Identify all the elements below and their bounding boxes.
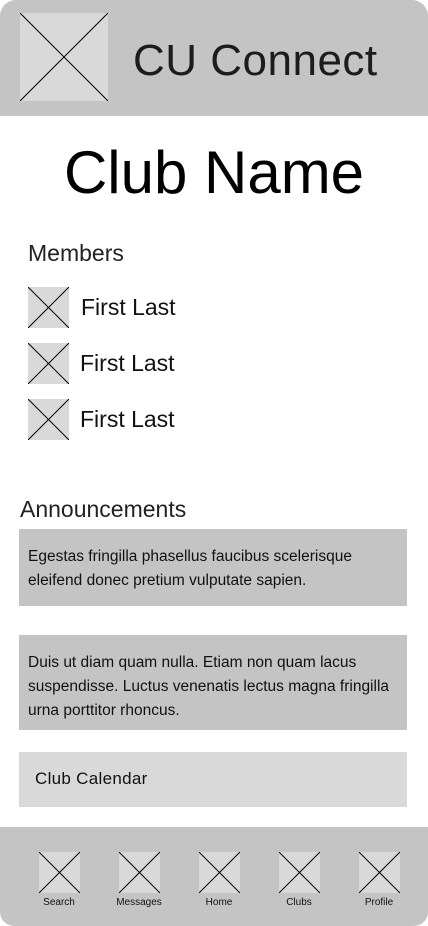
home-icon-placeholder <box>199 852 240 893</box>
nav-messages-tab[interactable]: Messages <box>104 852 174 912</box>
announcement-card[interactable]: Egestas fringilla phasellus faucibus sce… <box>19 529 407 606</box>
announcement-card[interactable]: Duis ut diam quam nulla. Etiam non quam … <box>19 635 407 730</box>
announcements-section-title: Announcements <box>20 496 187 522</box>
member-item[interactable]: First Last <box>28 343 328 385</box>
nav-home-tab[interactable]: Home <box>184 852 254 912</box>
clubs-icon-placeholder <box>279 852 320 893</box>
member-item[interactable]: First Last <box>28 287 328 329</box>
club-calendar-button[interactable]: Club Calendar <box>19 752 407 807</box>
profile-icon-placeholder <box>359 852 400 893</box>
members-section-title: Members <box>28 240 124 266</box>
nav-label: Home <box>205 897 233 908</box>
nav-label: Profile <box>364 897 394 908</box>
member-name: First Last <box>81 294 176 320</box>
bottom-navigation-bar: Search Messages Home Clubs Profile <box>0 827 428 926</box>
nav-search-tab[interactable]: Search <box>24 852 94 912</box>
member-item[interactable]: First Last <box>28 399 328 441</box>
app-header: CU Connect <box>0 0 428 116</box>
search-icon-placeholder <box>39 852 80 893</box>
member-avatar-placeholder <box>28 287 69 328</box>
nav-label: Search <box>43 897 75 908</box>
member-name: First Last <box>80 350 175 376</box>
club-name-heading: Club Name <box>63 139 365 206</box>
messages-icon-placeholder <box>119 852 160 893</box>
member-name: First Last <box>80 406 175 432</box>
member-avatar-placeholder <box>28 343 69 384</box>
member-avatar-placeholder <box>28 399 69 440</box>
nav-label: Clubs <box>286 897 312 908</box>
nav-label: Messages <box>116 897 162 908</box>
nav-clubs-tab[interactable]: Clubs <box>264 852 334 912</box>
logo-image-placeholder <box>20 13 108 101</box>
nav-profile-tab[interactable]: Profile <box>344 852 414 912</box>
app-title: CU Connect <box>133 36 378 85</box>
